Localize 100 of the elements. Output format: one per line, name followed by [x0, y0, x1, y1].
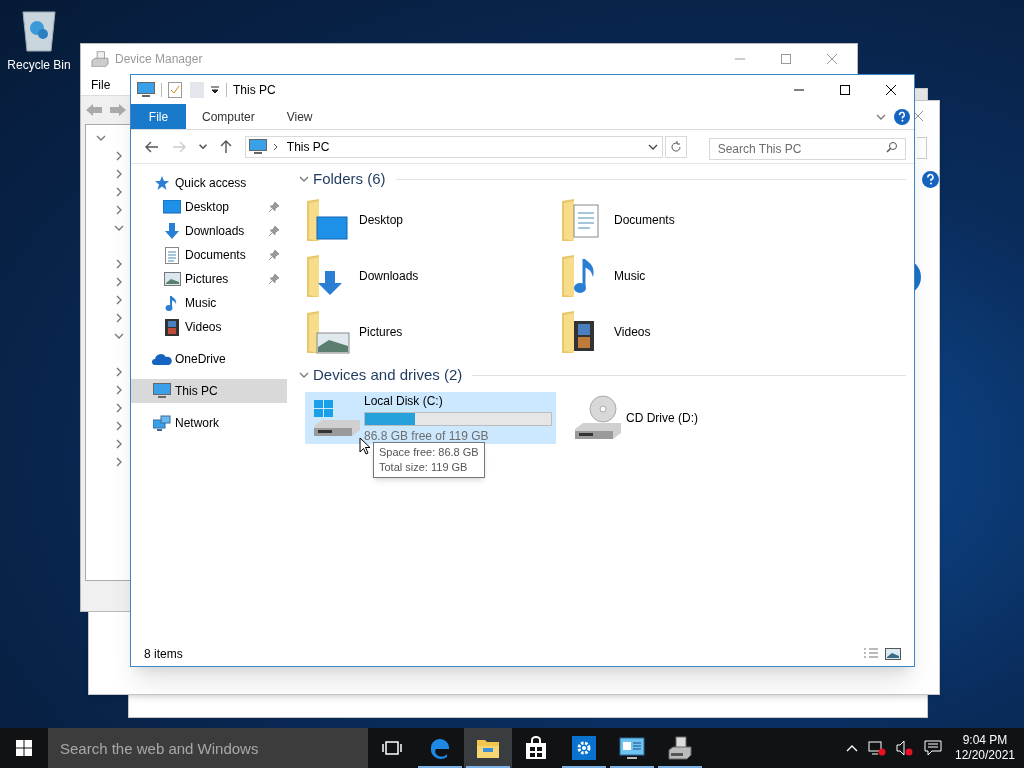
maximize-icon — [781, 54, 791, 64]
caret-icon[interactable] — [210, 84, 220, 95]
group-header[interactable]: Folders (6) — [313, 167, 386, 191]
recycle-bin-icon — [19, 8, 59, 52]
search-field[interactable] — [917, 137, 927, 159]
download-icon — [164, 223, 180, 239]
nav-item[interactable]: Downloads — [131, 219, 287, 243]
search-field[interactable]: Search This PC — [708, 137, 906, 160]
free-space-text: 86.8 GB free of 119 GB — [364, 427, 490, 445]
nav-item[interactable]: Network — [131, 411, 287, 435]
star-icon — [154, 175, 170, 191]
chevron-right-icon[interactable] — [114, 367, 124, 377]
nav-label: Documents — [185, 247, 246, 264]
menu-item[interactable]: File — [91, 75, 111, 94]
music-note-icon — [165, 294, 179, 312]
taskbar-search-field[interactable]: Search the web and Windows — [48, 728, 368, 768]
nav-label: Music — [185, 295, 217, 312]
chevron-right-icon[interactable] — [114, 313, 124, 323]
drive-tile[interactable]: Local Disk (C:) 86.8 GB free of 119 GB — [305, 392, 556, 444]
close-icon[interactable] — [913, 111, 923, 121]
folder-label: Downloads — [359, 268, 419, 285]
ribbon-tab[interactable]: File — [131, 104, 186, 129]
nav-item[interactable]: Pictures — [131, 267, 287, 291]
picture-icon — [163, 272, 181, 286]
folder-tile[interactable]: Music — [560, 248, 815, 304]
ribbon-tab[interactable]: Computer — [186, 104, 271, 129]
status-text: 8 items — [144, 646, 183, 663]
chevron-right-icon[interactable] — [114, 277, 124, 287]
shopping-bag-icon — [525, 736, 547, 760]
chevron-down-icon[interactable] — [114, 331, 124, 341]
nav-item[interactable]: Quick access — [131, 171, 287, 195]
nav-label: Desktop — [185, 199, 230, 216]
chevron-right-icon[interactable] — [114, 205, 124, 215]
network-error-icon[interactable] — [868, 740, 886, 756]
chevron-right-icon[interactable] — [114, 439, 124, 449]
nav-item[interactable]: This PC — [131, 379, 287, 403]
chevron-right-icon[interactable] — [114, 169, 124, 179]
chevron-right-icon[interactable] — [114, 457, 124, 467]
search-icon — [886, 140, 898, 153]
folder-label: Music — [614, 268, 646, 285]
folder-tile[interactable]: Downloads — [305, 248, 560, 304]
clock[interactable]: 9:04 PM 12/20/2021 — [946, 728, 1024, 768]
nav-item[interactable]: Desktop — [131, 195, 287, 219]
notification-icon[interactable] — [924, 740, 942, 756]
chevron-down-icon[interactable] — [114, 223, 124, 233]
clock-date: 12/20/2021 — [954, 748, 1016, 763]
window-title: Device Manager — [115, 51, 203, 68]
help-icon[interactable] — [894, 108, 910, 125]
chevron-down-icon[interactable] — [96, 133, 106, 143]
address-path: This PC — [286, 138, 330, 156]
settings-icon — [572, 736, 596, 760]
ribbon-tab[interactable]: View — [270, 104, 329, 129]
maximize-icon — [840, 84, 850, 95]
close-icon — [886, 84, 896, 95]
help-icon[interactable] — [922, 171, 939, 188]
nav-item[interactable]: Music — [131, 291, 287, 315]
computer-icon — [248, 138, 267, 155]
control-panel-icon — [619, 737, 645, 759]
chevron-right-icon[interactable] — [114, 259, 124, 269]
drive-tile[interactable]: CD Drive (D:) — [566, 392, 817, 444]
refresh-button[interactable] — [665, 135, 687, 158]
large-icons-view-icon[interactable] — [885, 648, 901, 660]
chevron-down-icon[interactable] — [299, 370, 309, 380]
chevron-right-icon[interactable] — [114, 403, 124, 413]
edge-icon — [428, 736, 452, 760]
chevron-down-icon — [198, 144, 207, 149]
chevron-right-icon[interactable] — [114, 187, 124, 197]
nav-label: This PC — [175, 383, 218, 400]
address-bar[interactable]: This PC — [244, 135, 664, 158]
volume-muted-icon[interactable] — [896, 740, 914, 756]
tooltip-text: Space free: 86.8 GB — [379, 445, 479, 460]
desktop-icon[interactable]: Recycle Bin — [4, 8, 74, 74]
nav-item[interactable]: OneDrive — [131, 347, 287, 371]
chevron-up-icon[interactable] — [846, 744, 858, 752]
group-header[interactable]: Devices and drives (2) — [313, 363, 463, 387]
chevron-right-icon[interactable] — [114, 385, 124, 395]
document-icon — [165, 246, 179, 264]
tooltip-text: Total size: 119 GB — [379, 460, 469, 475]
pictures-folder-icon — [305, 309, 353, 355]
refresh-icon — [669, 140, 682, 153]
drive-label: Local Disk (C:) — [364, 392, 444, 410]
clock-time: 9:04 PM — [962, 733, 1008, 748]
desktop-icon-label: Recycle Bin — [7, 57, 71, 74]
chevron-right-icon[interactable] — [114, 295, 124, 305]
nav-item[interactable]: Videos — [131, 315, 287, 339]
nav-label: Network — [175, 415, 219, 432]
desktop-icon — [163, 200, 181, 214]
chevron-down-icon[interactable] — [299, 174, 309, 184]
film-icon — [165, 318, 179, 336]
folder-tile[interactable]: Desktop — [305, 192, 560, 248]
properties-icon[interactable] — [168, 81, 182, 98]
task-view-icon — [382, 740, 402, 756]
folder-tile[interactable]: Videos — [560, 304, 815, 360]
nav-item[interactable]: Documents — [131, 243, 287, 267]
folder-label: Videos — [614, 324, 651, 341]
folder-tile[interactable]: Pictures — [305, 304, 560, 360]
folder-tile[interactable]: Documents — [560, 192, 815, 248]
chevron-right-icon[interactable] — [114, 151, 124, 161]
taskbar-app-button[interactable] — [464, 728, 512, 768]
chevron-right-icon[interactable] — [114, 421, 124, 431]
